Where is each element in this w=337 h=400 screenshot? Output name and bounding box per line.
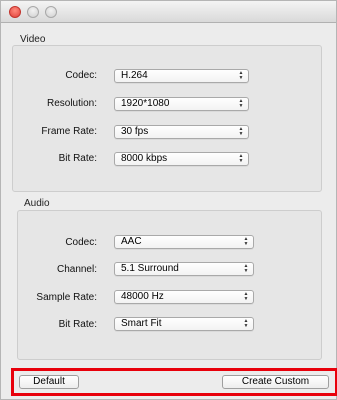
audio-channel-select[interactable]: 5.1 Surround ▲ ▼ [114, 262, 254, 276]
audio-sample-rate-select[interactable]: 48000 Hz ▲ ▼ [114, 290, 254, 304]
audio-sample-rate-label: Sample Rate: [36, 292, 97, 303]
video-group-title: Video [20, 34, 46, 45]
audio-group-box [17, 210, 322, 360]
audio-bit-rate-select[interactable]: Smart Fit ▲ ▼ [114, 317, 254, 331]
minimize-window-icon[interactable] [27, 6, 39, 18]
select-arrows-icon: ▲ ▼ [238, 126, 244, 137]
video-resolution-label: Resolution: [46, 98, 97, 109]
audio-codec-select[interactable]: AAC ▲ ▼ [114, 235, 254, 249]
close-window-icon[interactable] [9, 6, 21, 18]
title-bar [1, 1, 336, 23]
select-arrows-icon: ▲ ▼ [243, 263, 249, 274]
audio-channel-label: Channel: [56, 264, 97, 275]
video-group-box [12, 45, 322, 192]
default-button[interactable]: Default [19, 375, 79, 389]
video-frame-rate-select[interactable]: 30 fps ▲ ▼ [114, 125, 249, 139]
select-arrows-icon: ▲ ▼ [238, 70, 244, 81]
video-codec-select[interactable]: H.264 ▲ ▼ [114, 69, 249, 83]
select-arrows-icon: ▲ ▼ [238, 153, 244, 164]
audio-codec-value: AAC [121, 236, 142, 247]
audio-bit-rate-label: Bit Rate: [58, 319, 97, 330]
maximize-window-icon[interactable] [45, 6, 57, 18]
video-codec-value: H.264 [121, 70, 148, 81]
audio-codec-label: Codec: [65, 237, 97, 248]
video-bit-rate-select[interactable]: 8000 kbps ▲ ▼ [114, 152, 249, 166]
video-bit-rate-label: Bit Rate: [58, 153, 97, 164]
video-codec-label: Codec: [65, 70, 97, 81]
video-resolution-select[interactable]: 1920*1080 ▲ ▼ [114, 97, 249, 111]
audio-group-title: Audio [24, 198, 50, 209]
video-resolution-value: 1920*1080 [121, 98, 170, 109]
video-frame-rate-label: Frame Rate: [41, 126, 97, 137]
audio-sample-rate-value: 48000 Hz [121, 291, 164, 302]
create-custom-button[interactable]: Create Custom [222, 375, 329, 389]
select-arrows-icon: ▲ ▼ [243, 291, 249, 302]
video-frame-rate-value: 30 fps [121, 126, 149, 137]
select-arrows-icon: ▲ ▼ [243, 236, 249, 247]
select-arrows-icon: ▲ ▼ [243, 318, 249, 329]
audio-channel-value: 5.1 Surround [121, 263, 179, 274]
audio-bit-rate-value: Smart Fit [121, 318, 162, 329]
settings-window: Video Codec: H.264 ▲ ▼ Resolution: 1920*1… [0, 0, 337, 400]
select-arrows-icon: ▲ ▼ [238, 98, 244, 109]
video-bit-rate-value: 8000 kbps [121, 153, 168, 164]
